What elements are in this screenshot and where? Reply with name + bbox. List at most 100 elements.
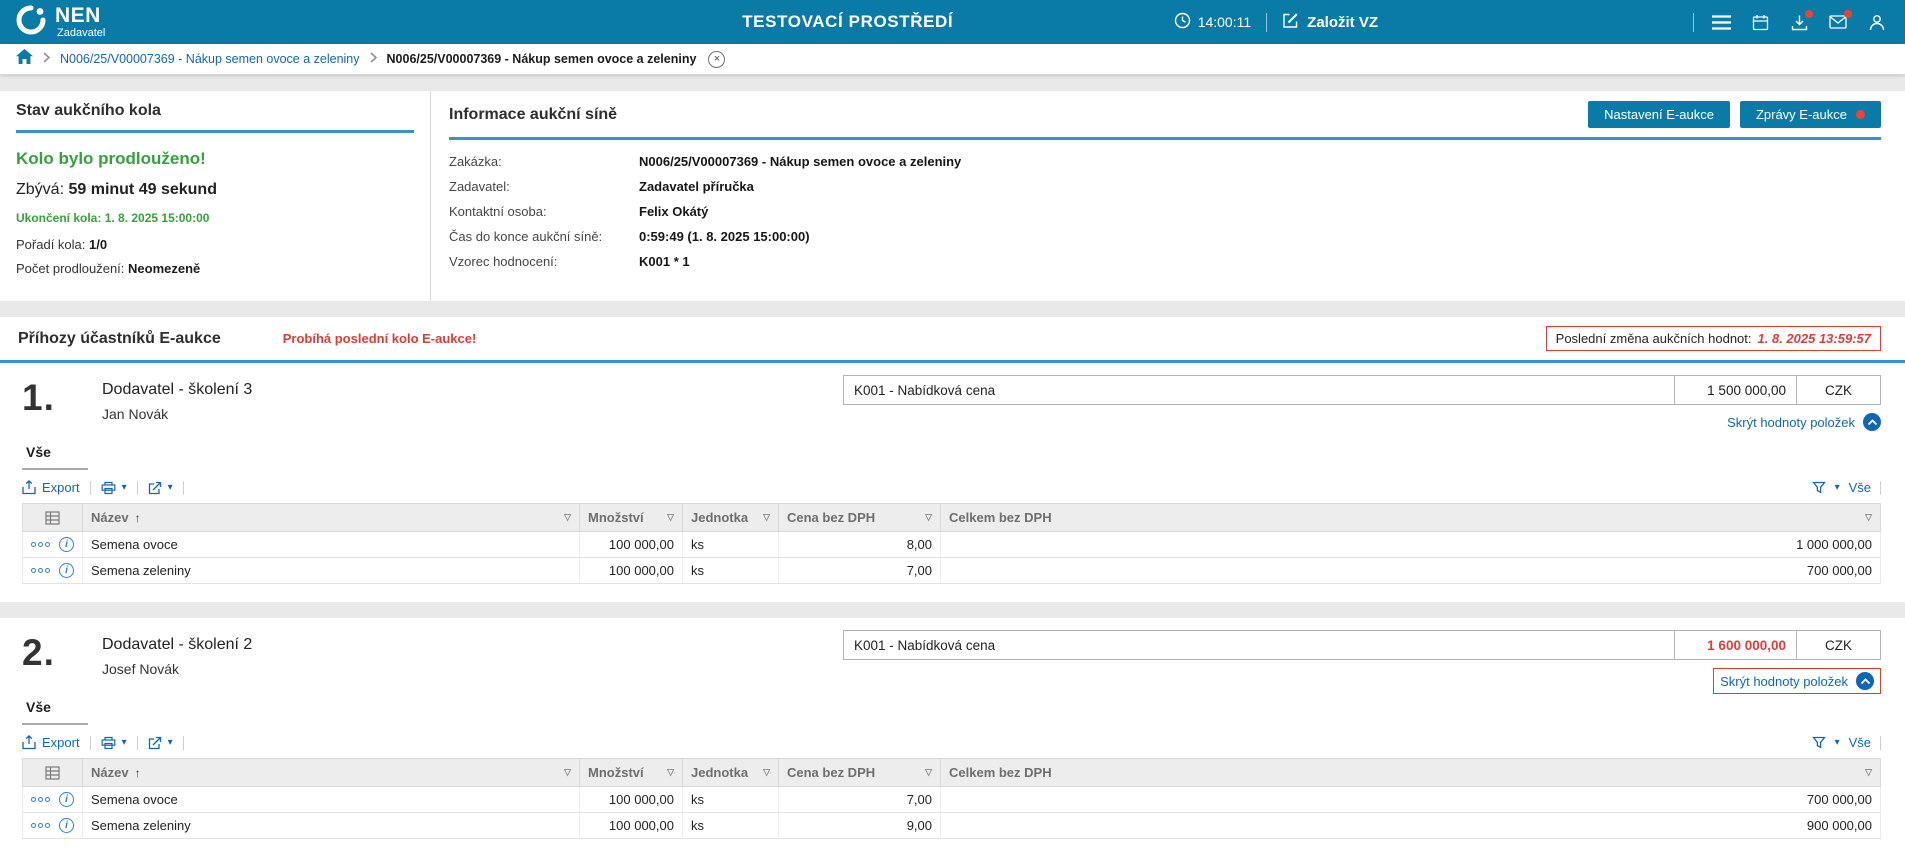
last-round-notice: Probíhá poslední kolo E-aukce! xyxy=(283,331,477,346)
breadcrumb-link[interactable]: N006/25/V00007369 - Nákup semen ovoce a … xyxy=(60,52,360,66)
row-actions-icon[interactable] xyxy=(31,823,50,828)
close-tab-icon[interactable]: × xyxy=(708,51,725,68)
info-row: Vzorec hodnocení:K001 * 1 xyxy=(449,254,1881,269)
sort-asc-icon[interactable]: ↑ xyxy=(135,511,141,525)
tab-all[interactable]: Vše xyxy=(22,694,88,725)
export-button[interactable]: Export xyxy=(22,735,80,750)
participant-rank: 1. xyxy=(22,379,55,416)
column-header-unit[interactable]: Jednotka▽ xyxy=(683,504,779,532)
caret-down-icon[interactable]: ▾ xyxy=(1835,737,1840,748)
column-header-name[interactable]: Název↑▽ xyxy=(83,504,580,532)
info-icon[interactable]: i xyxy=(59,563,74,578)
breadcrumb-current: N006/25/V00007369 - Nákup semen ovoce a … xyxy=(387,52,697,66)
item-unit: ks xyxy=(683,813,779,839)
section-gap xyxy=(0,75,1905,91)
column-header-price[interactable]: Cena bez DPH▽ xyxy=(779,504,941,532)
hide-item-values-toggle[interactable]: Skrýt hodnoty položek xyxy=(1727,413,1881,431)
hide-item-values-toggle[interactable]: Skrýt hodnoty položek xyxy=(1713,668,1881,694)
column-header-qty[interactable]: Množství▽ xyxy=(580,759,683,787)
menu-button[interactable] xyxy=(1709,10,1733,34)
round-status-panel: Stav aukčního kola Kolo bylo prodlouženo… xyxy=(0,91,431,301)
chevron-up-circle-icon[interactable] xyxy=(1856,672,1874,690)
eauction-settings-button[interactable]: Nastavení E-aukce xyxy=(1588,101,1730,128)
participant-rank: 2. xyxy=(22,634,55,671)
filter-caret-icon[interactable]: ▽ xyxy=(564,767,571,778)
print-button[interactable]: ▾ xyxy=(101,736,127,750)
time-remaining: Zbývá: 59 minut 49 sekund xyxy=(16,181,414,199)
grid-icon[interactable] xyxy=(31,766,74,780)
column-header-name[interactable]: Název↑▽ xyxy=(83,759,580,787)
print-button[interactable]: ▾ xyxy=(101,481,127,495)
item-price: 7,00 xyxy=(779,787,941,813)
breadcrumb: N006/25/V00007369 - Nákup semen ovoce a … xyxy=(0,44,1905,75)
auction-info-panel: Informace aukční síně Nastavení E-aukce … xyxy=(431,91,1905,301)
info-icon[interactable]: i xyxy=(59,818,74,833)
column-header-total[interactable]: Celkem bez DPH▽ xyxy=(941,504,1881,532)
edit-icon xyxy=(1282,12,1299,33)
filter-caret-icon[interactable]: ▽ xyxy=(564,512,571,523)
row-actions-icon[interactable] xyxy=(31,542,50,547)
prolong-count: Počet prodloužení: Neomezeně xyxy=(16,261,414,276)
top-bar: NEN Zadavatel TESTOVACÍ PROSTŘEDÍ 14:00:… xyxy=(0,0,1905,44)
divider xyxy=(1693,13,1694,32)
caret-down-icon[interactable]: ▾ xyxy=(168,737,173,748)
caret-down-icon[interactable]: ▾ xyxy=(168,482,173,493)
filter-caret-icon[interactable]: ▽ xyxy=(763,512,770,523)
round-end-time: Ukončení kola: 1. 8. 2025 15:00:00 xyxy=(16,211,414,225)
nen-logo[interactable]: NEN Zadavatel xyxy=(16,5,105,40)
column-header-price[interactable]: Cena bez DPH▽ xyxy=(779,759,941,787)
filter-button[interactable] xyxy=(1812,481,1826,494)
messages-button[interactable] xyxy=(1826,10,1850,34)
filter-caret-icon[interactable]: ▽ xyxy=(667,767,674,778)
create-vz-button[interactable]: Založit VZ xyxy=(1282,12,1378,33)
filter-caret-icon[interactable]: ▽ xyxy=(1865,512,1872,523)
share-button[interactable]: ▾ xyxy=(148,736,173,750)
column-settings-header[interactable] xyxy=(23,759,83,787)
filter-caret-icon[interactable]: ▽ xyxy=(1865,767,1872,778)
item-qty: 100 000,00 xyxy=(580,787,683,813)
filter-caret-icon[interactable]: ▽ xyxy=(667,512,674,523)
item-unit: ks xyxy=(683,787,779,813)
downloads-button[interactable] xyxy=(1787,10,1811,34)
caret-down-icon[interactable]: ▾ xyxy=(122,482,127,493)
bid-summary: K001 - Nabídková cena 1 500 000,00 CZK S… xyxy=(843,375,1881,431)
item-qty: 100 000,00 xyxy=(580,813,683,839)
show-all-link[interactable]: Vše xyxy=(1849,735,1871,750)
info-icon[interactable]: i xyxy=(59,537,74,552)
divider xyxy=(90,736,91,750)
info-icon[interactable]: i xyxy=(59,792,74,807)
caret-down-icon[interactable]: ▾ xyxy=(1835,482,1840,493)
calendar-button[interactable] xyxy=(1748,10,1772,34)
column-header-unit[interactable]: Jednotka▽ xyxy=(683,759,779,787)
column-settings-header[interactable] xyxy=(23,504,83,532)
divider xyxy=(1266,13,1267,32)
item-total: 1 000 000,00 xyxy=(941,532,1881,558)
user-button[interactable] xyxy=(1865,10,1889,34)
info-row: Zakázka:N006/25/V00007369 - Nákup semen … xyxy=(449,154,1881,169)
export-button[interactable]: Export xyxy=(22,480,80,495)
last-change-box: Poslední změna aukčních hodnot: 1. 8. 20… xyxy=(1546,326,1881,351)
chevron-up-circle-icon[interactable] xyxy=(1863,413,1881,431)
home-icon[interactable] xyxy=(16,49,33,69)
filter-button[interactable] xyxy=(1812,736,1826,749)
logo-role: Zadavatel xyxy=(57,28,105,39)
tab-all[interactable]: Vše xyxy=(22,439,88,470)
item-unit: ks xyxy=(683,558,779,584)
share-button[interactable]: ▾ xyxy=(148,481,173,495)
notification-dot xyxy=(1856,110,1865,119)
row-actions-icon[interactable] xyxy=(31,568,50,573)
caret-down-icon[interactable]: ▾ xyxy=(122,737,127,748)
column-header-total[interactable]: Celkem bez DPH▽ xyxy=(941,759,1881,787)
filter-caret-icon[interactable]: ▽ xyxy=(925,512,932,523)
row-actions-icon[interactable] xyxy=(31,797,50,802)
show-all-link[interactable]: Vše xyxy=(1849,480,1871,495)
item-total: 700 000,00 xyxy=(941,558,1881,584)
eauction-messages-button[interactable]: Zprávy E-aukce xyxy=(1740,101,1881,128)
item-name: Semena ovoce xyxy=(83,532,580,558)
divider xyxy=(137,736,138,750)
filter-caret-icon[interactable]: ▽ xyxy=(763,767,770,778)
sort-asc-icon[interactable]: ↑ xyxy=(135,766,141,780)
column-header-qty[interactable]: Množství▽ xyxy=(580,504,683,532)
grid-icon[interactable] xyxy=(31,511,74,525)
filter-caret-icon[interactable]: ▽ xyxy=(925,767,932,778)
